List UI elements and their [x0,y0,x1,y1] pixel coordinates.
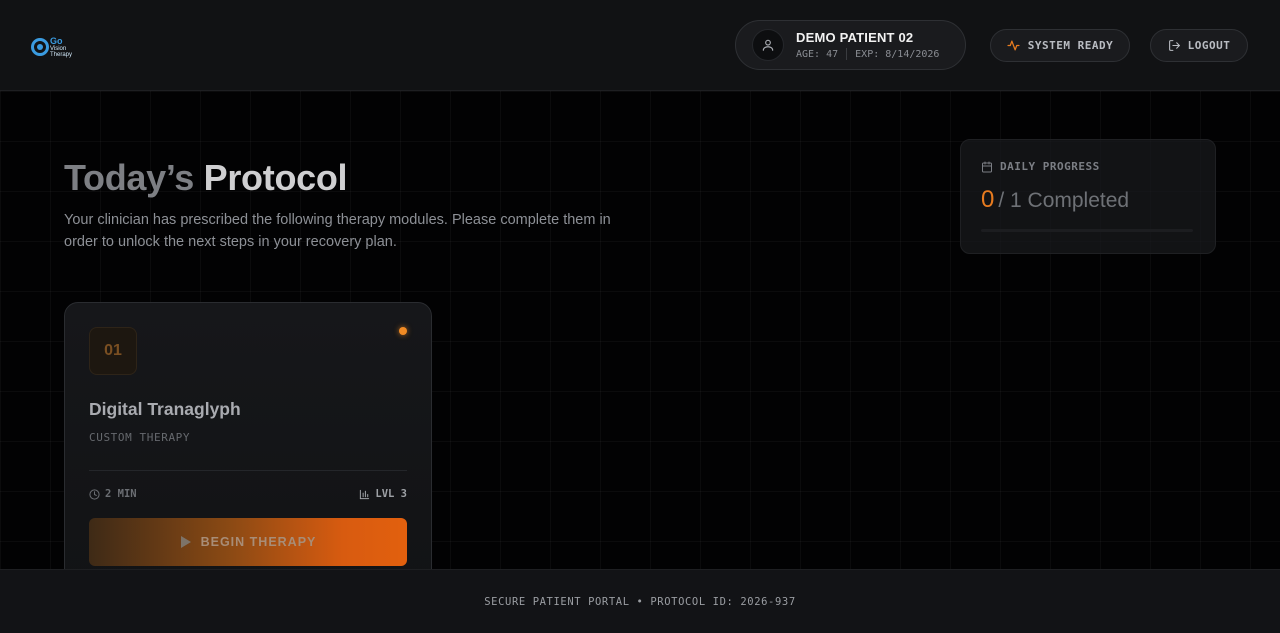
begin-therapy-label: BEGIN THERAPY [200,535,317,549]
logo-text: Go Vision Therapy [50,36,73,59]
clock-icon [89,488,100,500]
bar-chart-icon [360,489,370,499]
module-level: LVL 3 [359,488,407,500]
status-dot [399,327,407,335]
page-title-part-2: Protocol [203,157,348,198]
card-divider [89,470,407,471]
footer-text: SECURE PATIENT PORTAL • PROTOCOL ID: 202… [484,595,796,608]
system-status-button[interactable]: SYSTEM READY [990,29,1130,62]
progress-header: DAILY PROGRESS [981,160,1100,173]
logout-icon [1168,40,1180,51]
progress-total-text: / 1 Completed [998,189,1130,212]
main-content: Today’s Protocol Your clinician has pres… [0,91,1280,569]
logout-button[interactable]: LOGOUT [1150,29,1248,62]
module-title: Digital Tranaglyph [89,399,241,419]
progress-completed-count: 0 [981,186,995,213]
module-duration: 2 MIN [89,488,137,500]
progress-bar [981,229,1193,232]
brand-logo[interactable]: Go Vision Therapy [31,37,75,59]
meta-divider [846,48,848,60]
patient-meta: AGE: 47 EXP: 8/14/2026 [796,48,939,60]
progress-value: 0/ 1 Completed [981,186,1129,214]
system-status-label: SYSTEM READY [1027,39,1114,52]
module-subtitle: CUSTOM THERAPY [89,431,191,444]
page-subtitle: Your clinician has prescribed the follow… [64,212,611,250]
module-duration-label: 2 MIN [105,488,137,500]
top-header: Go Vision Therapy DEMO PATIENT 02 AGE: 4… [0,0,1280,91]
page-title: Today’s Protocol [64,157,348,199]
logo-line-3: Therapy [50,52,73,58]
therapy-module-card: 01 Digital Tranaglyph CUSTOM THERAPY 2 M… [64,302,432,569]
page-title-part-1: Today’s [64,157,194,198]
user-icon [752,29,784,61]
logout-label: LOGOUT [1187,39,1231,52]
begin-therapy-button[interactable]: BEGIN THERAPY [89,518,407,566]
footer: SECURE PATIENT PORTAL • PROTOCOL ID: 202… [0,569,1280,633]
logo-line-1: Go [50,36,63,46]
logo-target-icon [31,38,49,56]
play-icon [180,536,191,548]
module-level-label: LVL 3 [375,488,407,500]
calendar-icon [982,161,992,172]
activity-icon [1007,40,1020,51]
patient-expiry: EXP: 8/14/2026 [855,48,940,60]
daily-progress-card: DAILY PROGRESS 0/ 1 Completed [960,139,1216,254]
patient-info-pill: DEMO PATIENT 02 AGE: 47 EXP: 8/14/2026 [735,20,966,70]
patient-age: AGE: 47 [796,48,839,60]
progress-label: DAILY PROGRESS [1000,160,1100,173]
patient-name: DEMO PATIENT 02 [796,30,914,45]
module-number-badge: 01 [89,327,137,375]
